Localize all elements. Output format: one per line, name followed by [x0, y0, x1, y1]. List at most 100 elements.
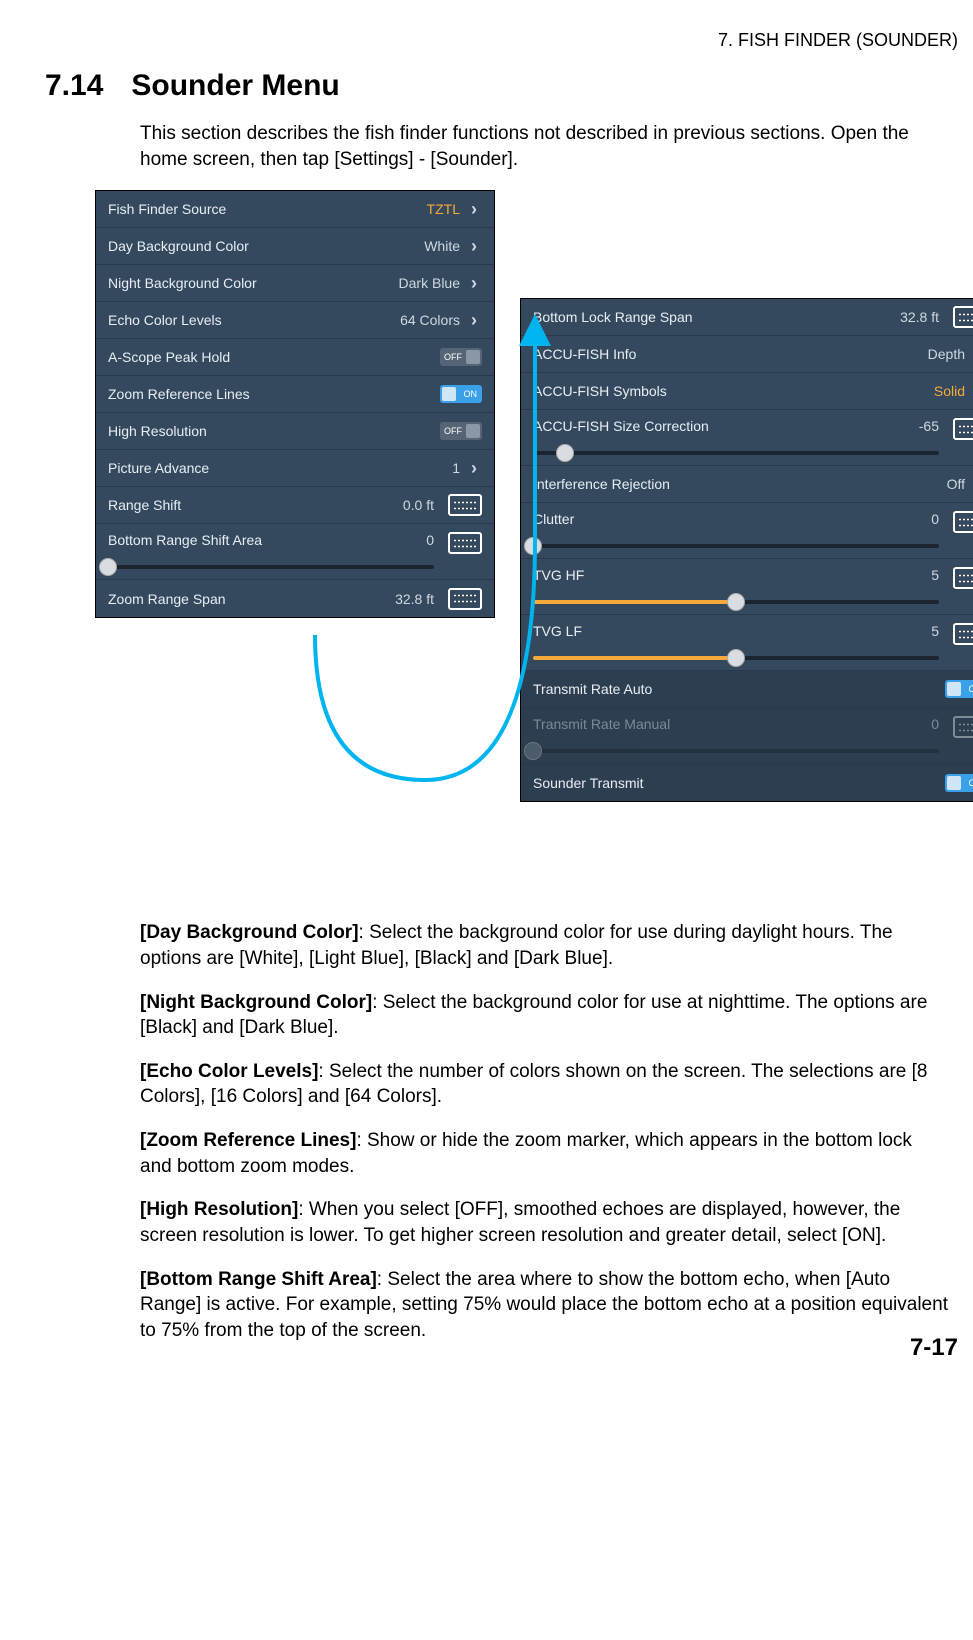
row-echo-color-levels[interactable]: Echo Color Levels 64 Colors: [96, 302, 494, 339]
row-label: Interference Rejection: [533, 476, 947, 492]
chevron-right-icon: [466, 458, 482, 479]
row-bottom-lock-range-span[interactable]: Bottom Lock Range Span 32.8 ft: [521, 299, 973, 336]
row-label: ACCU-FISH Symbols: [533, 383, 934, 399]
slider[interactable]: [533, 656, 939, 660]
row-label: Night Background Color: [108, 275, 399, 291]
chevron-right-icon: [466, 310, 482, 331]
row-value: 32.8 ft: [900, 309, 939, 325]
row-value: 5: [931, 567, 939, 583]
chevron-right-icon: [466, 199, 482, 220]
term: [Night Background Color]: [140, 992, 372, 1013]
keyboard-icon[interactable]: [953, 623, 973, 645]
row-value: 0: [931, 511, 939, 527]
term: [Day Background Color]: [140, 922, 359, 943]
row-transmit-rate-auto[interactable]: Transmit Rate Auto ON: [521, 671, 973, 708]
row-interference-rejection[interactable]: Interference Rejection Off: [521, 466, 973, 503]
row-accufish-symbols[interactable]: ACCU-FISH Symbols Solid: [521, 373, 973, 410]
keyboard-icon[interactable]: [448, 588, 482, 610]
slider-thumb[interactable]: [556, 444, 574, 462]
keyboard-icon[interactable]: [448, 532, 482, 554]
keyboard-icon: [953, 716, 973, 738]
row-label: ACCU-FISH Info: [533, 346, 928, 362]
slider-fill: [533, 600, 736, 604]
keyboard-icon[interactable]: [953, 511, 973, 533]
term: [Echo Color Levels]: [140, 1061, 318, 1082]
row-label: Range Shift: [108, 497, 403, 513]
row-value: Dark Blue: [399, 275, 460, 291]
row-label: Echo Color Levels: [108, 312, 400, 328]
row-picture-advance[interactable]: Picture Advance 1: [96, 450, 494, 487]
section-title: 7.14Sounder Menu: [45, 69, 958, 103]
row-range-shift[interactable]: Range Shift 0.0 ft: [96, 487, 494, 524]
row-value: 1: [452, 460, 460, 476]
row-value: 0.0 ft: [403, 497, 434, 513]
slider[interactable]: [533, 544, 939, 548]
toggle-on-icon[interactable]: ON: [440, 385, 482, 403]
row-value: White: [424, 238, 460, 254]
row-value: Depth: [928, 346, 965, 362]
row-night-bg-color[interactable]: Night Background Color Dark Blue: [96, 265, 494, 302]
row-ascope-peak-hold[interactable]: A-Scope Peak Hold OFF: [96, 339, 494, 376]
chapter-header: 7. FISH FINDER (SOUNDER): [45, 30, 958, 51]
slider-thumb[interactable]: [524, 537, 542, 555]
row-label: Day Background Color: [108, 238, 424, 254]
row-value: 64 Colors: [400, 312, 460, 328]
slider[interactable]: [533, 451, 939, 455]
row-label: High Resolution: [108, 423, 440, 439]
slider: [533, 749, 939, 753]
keyboard-icon[interactable]: [448, 494, 482, 516]
section-name: Sounder Menu: [131, 69, 339, 102]
row-value: 0: [931, 716, 939, 732]
row-label: TVG LF: [533, 623, 931, 639]
row-fish-finder-source[interactable]: Fish Finder Source TZTL: [96, 191, 494, 228]
row-zoom-ref-lines[interactable]: Zoom Reference Lines ON: [96, 376, 494, 413]
row-accufish-info[interactable]: ACCU-FISH Info Depth: [521, 336, 973, 373]
row-accufish-size-correction[interactable]: ACCU-FISH Size Correction -65: [521, 410, 973, 466]
keyboard-icon[interactable]: [953, 306, 973, 328]
row-clutter[interactable]: Clutter 0: [521, 503, 973, 559]
row-label: TVG HF: [533, 567, 931, 583]
row-zoom-range-span[interactable]: Zoom Range Span 32.8 ft: [96, 580, 494, 617]
sounder-menu-panel-1: Fish Finder Source TZTL Day Background C…: [95, 190, 495, 618]
row-value: -65: [919, 418, 939, 434]
row-value: Solid: [934, 383, 965, 399]
row-value: 32.8 ft: [395, 591, 434, 607]
toggle-off-icon[interactable]: OFF: [440, 348, 482, 366]
slider-fill: [533, 656, 736, 660]
row-value: Off: [947, 476, 965, 492]
sounder-menu-panel-2: Bottom Lock Range Span 32.8 ft ACCU-FISH…: [520, 298, 973, 802]
slider-thumb[interactable]: [727, 593, 745, 611]
keyboard-icon[interactable]: [953, 418, 973, 440]
toggle-on-icon[interactable]: ON: [945, 680, 973, 698]
term: [High Resolution]: [140, 1199, 298, 1220]
keyboard-icon[interactable]: [953, 567, 973, 589]
toggle-on-icon[interactable]: ON: [945, 774, 973, 792]
row-label: Clutter: [533, 511, 931, 527]
slider-thumb[interactable]: [99, 558, 117, 576]
term: [Zoom Reference Lines]: [140, 1130, 356, 1151]
row-value: 5: [931, 623, 939, 639]
row-label: Sounder Transmit: [533, 775, 945, 791]
toggle-off-icon[interactable]: OFF: [440, 422, 482, 440]
row-high-resolution[interactable]: High Resolution OFF: [96, 413, 494, 450]
row-tvg-lf[interactable]: TVG LF 5: [521, 615, 973, 671]
row-label: Transmit Rate Manual: [533, 716, 931, 732]
term: [Bottom Range Shift Area]: [140, 1269, 377, 1290]
slider-thumb[interactable]: [727, 649, 745, 667]
row-label: ACCU-FISH Size Correction: [533, 418, 919, 434]
chevron-right-icon: [466, 236, 482, 257]
row-day-bg-color[interactable]: Day Background Color White: [96, 228, 494, 265]
row-label: Fish Finder Source: [108, 201, 427, 217]
slider[interactable]: [533, 600, 939, 604]
row-label: Zoom Reference Lines: [108, 386, 440, 402]
row-label: A-Scope Peak Hold: [108, 349, 440, 365]
row-tvg-hf[interactable]: TVG HF 5: [521, 559, 973, 615]
page-number: 7-17: [910, 1334, 958, 1362]
chevron-right-icon: [466, 273, 482, 294]
row-sounder-transmit[interactable]: Sounder Transmit ON: [521, 764, 973, 801]
row-transmit-rate-manual: Transmit Rate Manual 0: [521, 708, 973, 764]
row-label: Bottom Range Shift Area: [108, 532, 426, 548]
slider[interactable]: [108, 565, 434, 569]
row-bottom-range-shift-area[interactable]: Bottom Range Shift Area 0: [96, 524, 494, 580]
row-label: Zoom Range Span: [108, 591, 395, 607]
